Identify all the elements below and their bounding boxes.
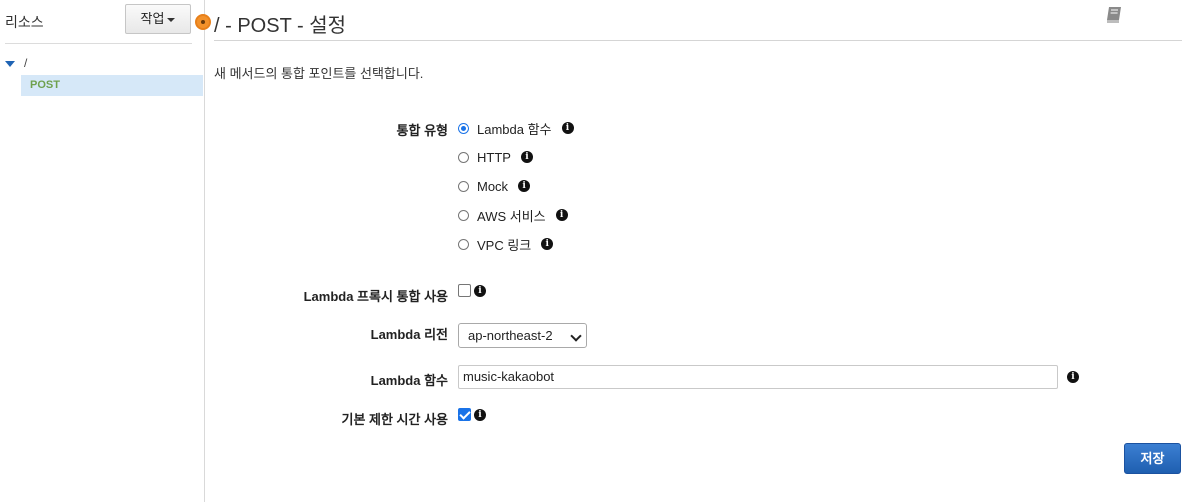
chevron-down-icon — [570, 330, 582, 342]
region-value: ap-northeast-2 — [468, 328, 553, 343]
page-title: / - POST - 설정 — [214, 15, 346, 37]
radio-http[interactable]: HTTP i — [458, 148, 533, 166]
info-icon[interactable]: i — [561, 122, 574, 134]
radio-label: Mock — [477, 178, 509, 194]
expand-triangle-icon[interactable] — [5, 60, 15, 67]
radio-vpc-link[interactable]: VPC 링크 i — [458, 235, 554, 253]
resources-sidebar: 리소스 작업 / POST — [0, 0, 205, 502]
tree-root-label: / — [24, 56, 28, 70]
info-icon[interactable]: i — [541, 238, 554, 250]
radio-button[interactable] — [458, 151, 469, 163]
radio-button[interactable] — [458, 238, 469, 250]
info-icon[interactable]: i — [474, 409, 486, 421]
lambda-function-input[interactable]: music-kakaobot — [458, 365, 1058, 389]
default-timeout-checkbox[interactable] — [458, 408, 471, 421]
radio-label: Lambda 함수 — [477, 121, 552, 137]
radio-mock[interactable]: Mock i — [458, 177, 531, 195]
radio-label: AWS 서비스 — [477, 208, 546, 224]
sidebar-resize-handle-icon[interactable] — [195, 14, 211, 30]
caret-down-icon — [167, 17, 176, 22]
info-icon[interactable]: i — [474, 285, 486, 297]
lambda-region-label: Lambda 리전 — [370, 327, 448, 342]
info-icon[interactable]: i — [520, 151, 533, 163]
radio-button[interactable] — [458, 209, 469, 221]
radio-label: HTTP — [477, 149, 511, 165]
integration-type-label: 통합 유형 — [396, 123, 448, 138]
proxy-integration-label: Lambda 프록시 통합 사용 — [303, 289, 448, 304]
default-timeout-label: 기본 제한 시간 사용 — [341, 412, 448, 427]
header-divider — [214, 40, 1182, 41]
book-icon[interactable] — [1104, 5, 1124, 25]
radio-lambda-function[interactable]: Lambda 함수 i — [458, 119, 574, 137]
tree-root-item[interactable]: / — [5, 56, 27, 70]
intro-text: 새 메서드의 통합 포인트를 선택합니다. — [214, 66, 424, 81]
radio-button[interactable] — [458, 180, 469, 192]
sidebar-divider — [5, 43, 192, 44]
info-icon[interactable]: i — [1067, 371, 1079, 383]
save-button[interactable]: 저장 — [1124, 443, 1181, 474]
actions-button[interactable]: 작업 — [125, 4, 191, 34]
radio-label: VPC 링크 — [477, 237, 532, 253]
radio-button[interactable] — [458, 122, 469, 134]
tree-item-post[interactable]: POST — [21, 75, 203, 96]
info-icon[interactable]: i — [555, 209, 568, 221]
lambda-region-select[interactable]: ap-northeast-2 — [458, 323, 587, 348]
lambda-function-label: Lambda 함수 — [370, 373, 448, 388]
actions-label: 작업 — [140, 11, 165, 26]
info-icon[interactable]: i — [518, 180, 531, 192]
radio-aws-service[interactable]: AWS 서비스 i — [458, 206, 568, 224]
sidebar-title: 리소스 — [5, 14, 44, 30]
proxy-integration-checkbox[interactable] — [458, 284, 471, 297]
